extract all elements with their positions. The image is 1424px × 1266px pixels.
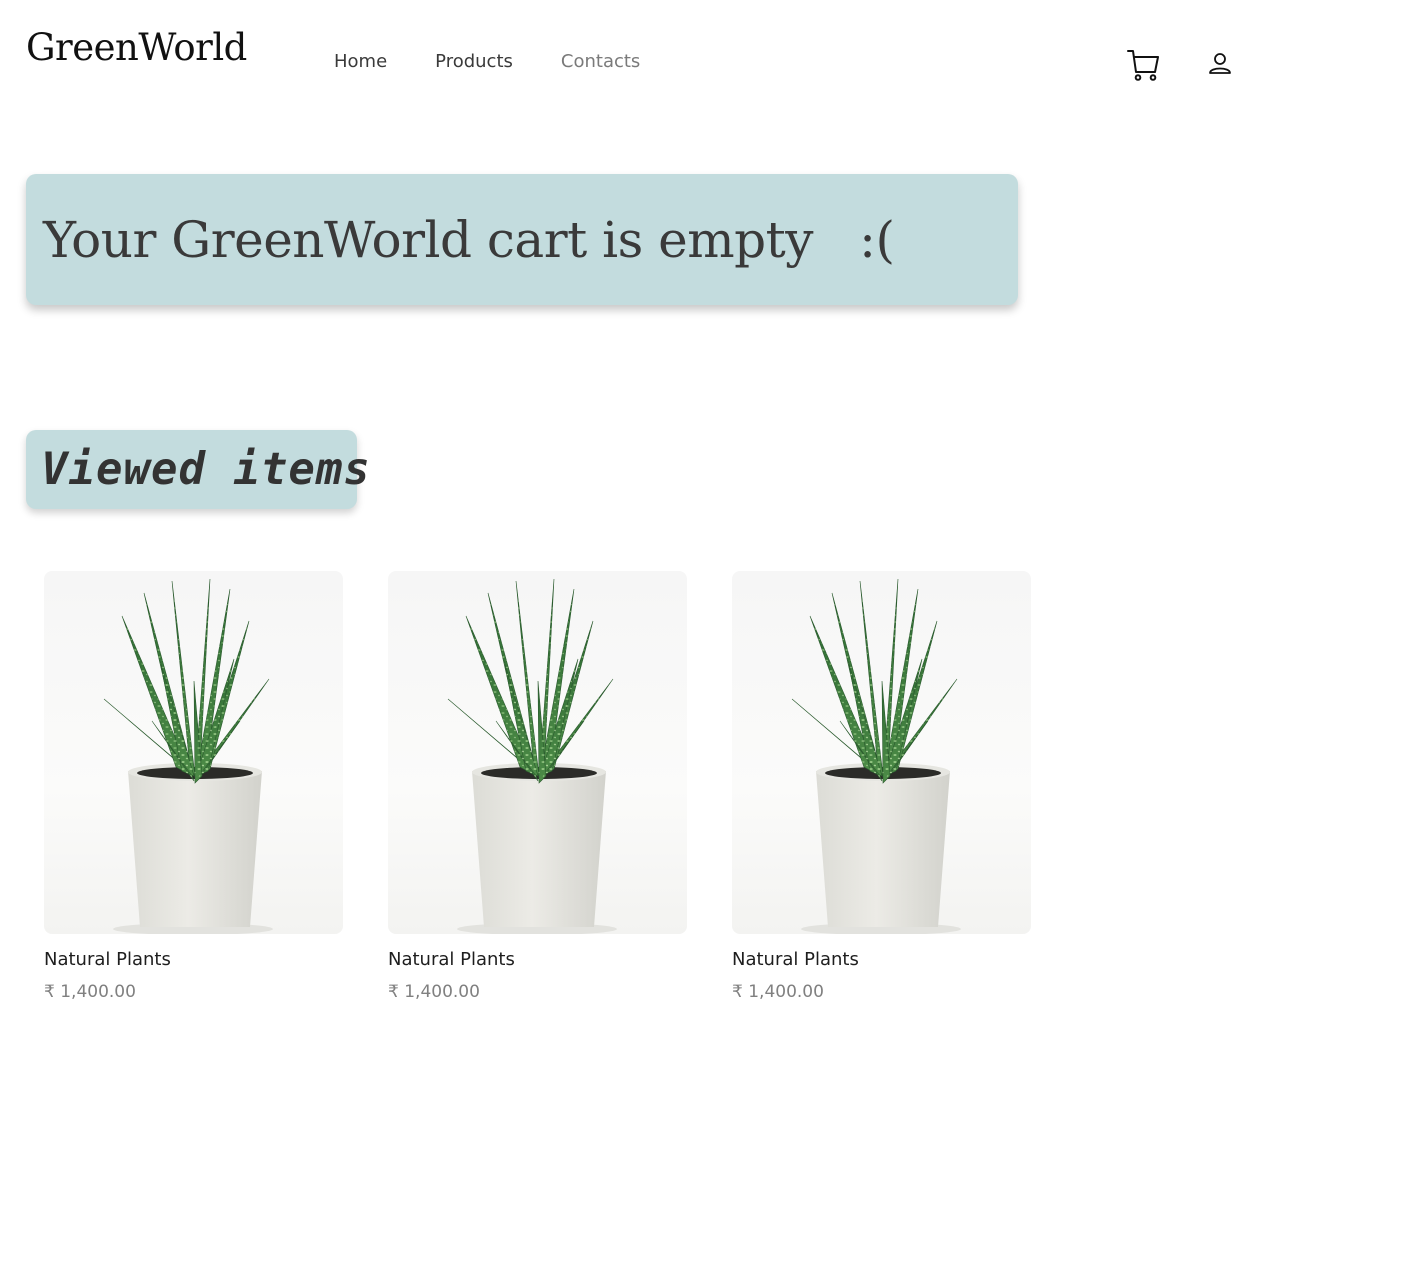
product-image[interactable]	[388, 571, 687, 934]
product-price: ₹ 1,400.00	[388, 982, 480, 1002]
product-price: ₹ 1,400.00	[732, 982, 824, 1002]
product-card[interactable]: Natural Plants ₹ 1,400.00	[388, 571, 687, 1002]
main-nav: Home Products Contacts	[334, 51, 688, 72]
product-price: ₹ 1,400.00	[44, 982, 136, 1002]
product-image[interactable]	[732, 571, 1031, 934]
nav-contacts[interactable]: Contacts	[561, 51, 640, 72]
shopping-cart-icon[interactable]	[1126, 48, 1160, 82]
product-image[interactable]	[44, 571, 343, 934]
product-name[interactable]: Natural Plants	[732, 949, 1031, 970]
product-card[interactable]: Natural Plants ₹ 1,400.00	[732, 571, 1031, 1002]
empty-cart-banner: Your GreenWorld cart is empty :(	[26, 174, 1018, 305]
product-name[interactable]: Natural Plants	[44, 949, 343, 970]
site-logo[interactable]: GreenWorld	[26, 26, 247, 69]
viewed-products-grid: Natural Plants ₹ 1,400.00 Natural Plants…	[44, 571, 1076, 1002]
product-card[interactable]: Natural Plants ₹ 1,400.00	[44, 571, 343, 1002]
nav-home[interactable]: Home	[334, 51, 387, 72]
product-name[interactable]: Natural Plants	[388, 949, 687, 970]
viewed-items-title: Viewed items	[41, 444, 371, 495]
nav-products[interactable]: Products	[435, 51, 513, 72]
page: GreenWorld Home Products Contacts Your G…	[0, 0, 1424, 1266]
user-icon[interactable]	[1207, 51, 1233, 77]
viewed-items-header: Viewed items	[26, 430, 370, 509]
empty-cart-message: Your GreenWorld cart is empty :(	[43, 210, 895, 269]
